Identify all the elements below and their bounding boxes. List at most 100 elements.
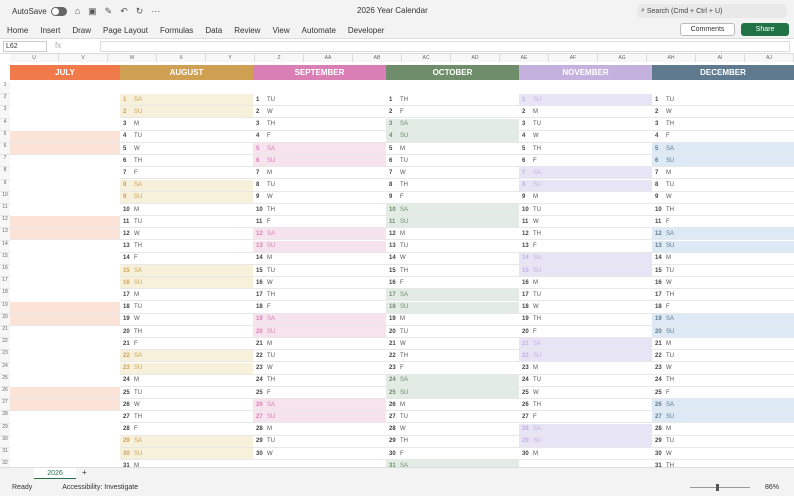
row-header[interactable]: 11: [0, 204, 10, 217]
day-cell[interactable]: 5M: [386, 143, 519, 155]
row-header[interactable]: 13: [0, 228, 10, 241]
undo-icon[interactable]: ↶: [120, 6, 128, 17]
column-header[interactable]: AB: [353, 54, 402, 62]
day-cell[interactable]: 18 SU: [386, 301, 519, 314]
day-cell[interactable]: 14 M: [253, 253, 386, 265]
menu-data[interactable]: Data: [205, 26, 222, 35]
day-cell[interactable]: 19 TH: [519, 314, 652, 326]
row-header[interactable]: 3: [0, 106, 10, 119]
day-cell[interactable]: [10, 301, 120, 314]
day-cell[interactable]: 3M: [120, 119, 253, 131]
row-header[interactable]: 32: [0, 460, 10, 467]
day-cell[interactable]: 10 TU: [519, 204, 652, 216]
day-cell[interactable]: 23 F: [386, 363, 519, 375]
menu-draw[interactable]: Draw: [72, 26, 91, 35]
row-header[interactable]: 23: [0, 350, 10, 363]
day-cell[interactable]: 18 W: [519, 302, 652, 314]
row-header[interactable]: 14: [0, 240, 10, 253]
day-cell[interactable]: 4F: [253, 131, 386, 143]
row-header[interactable]: 7: [0, 155, 10, 168]
day-cell[interactable]: 13 SU: [253, 240, 386, 253]
day-cell[interactable]: 24 SA: [386, 374, 519, 387]
day-cell[interactable]: 28 W: [386, 424, 519, 436]
day-cell[interactable]: 2W: [253, 106, 386, 119]
day-cell[interactable]: 9F: [386, 192, 519, 204]
row-header[interactable]: 30: [0, 435, 10, 448]
day-cell[interactable]: 27 TU: [386, 411, 519, 424]
zoom-slider-knob[interactable]: [716, 484, 719, 491]
day-cell[interactable]: 4W: [519, 131, 652, 143]
row-header[interactable]: 18: [0, 289, 10, 302]
day-cell[interactable]: 6F: [519, 155, 652, 168]
day-cell[interactable]: 21 M: [652, 338, 794, 351]
row-header[interactable]: 2: [0, 94, 10, 107]
day-cell[interactable]: 25 W: [519, 387, 652, 399]
day-cell[interactable]: 8 SU: [519, 179, 652, 192]
day-cell[interactable]: 17 TH: [253, 289, 386, 302]
day-cell[interactable]: 24 TH: [253, 375, 386, 387]
day-cell[interactable]: 2F: [386, 106, 519, 119]
day-cell[interactable]: 14 W: [386, 253, 519, 265]
day-cell[interactable]: 4F: [652, 131, 794, 143]
column-header[interactable]: AJ: [745, 54, 794, 62]
day-cell[interactable]: 29 TH: [386, 436, 519, 448]
day-cell[interactable]: 29 SA: [120, 435, 253, 448]
day-cell[interactable]: 25 F: [652, 387, 794, 399]
day-cell[interactable]: [10, 216, 120, 229]
zoom-slider[interactable]: [690, 487, 750, 488]
spreadsheet-grid[interactable]: U V W X Y Z AA AB AC AD AE AF AG AH AI AJ 1 2 3 4 5 6 7 8 9 10 11 1…: [0, 54, 794, 467]
day-cell[interactable]: 17 TH: [652, 289, 794, 302]
day-cell[interactable]: 6 SU: [652, 155, 794, 168]
day-cell[interactable]: [10, 387, 120, 399]
day-cell[interactable]: 9 SU: [120, 191, 253, 204]
day-cell[interactable]: 19 SA: [253, 313, 386, 326]
day-cell[interactable]: 4 TU: [120, 131, 253, 143]
day-cell[interactable]: 20 TH: [120, 326, 253, 338]
day-cell[interactable]: 25 SU: [386, 387, 519, 399]
day-cell[interactable]: 8 TU: [253, 180, 386, 192]
day-cell[interactable]: 5 SA: [253, 143, 386, 155]
day-cell[interactable]: 20 SU: [652, 326, 794, 338]
day-cell[interactable]: 2M: [519, 106, 652, 119]
row-header[interactable]: 19: [0, 301, 10, 314]
day-cell[interactable]: 23 M: [519, 363, 652, 375]
day-cell[interactable]: 20 F: [519, 326, 652, 338]
day-cell[interactable]: 17 TU: [519, 289, 652, 302]
day-cell[interactable]: 7M: [253, 167, 386, 180]
day-cell[interactable]: 22 SU: [519, 350, 652, 363]
share-button[interactable]: Share: [741, 23, 789, 36]
day-cell[interactable]: 12 SA: [652, 228, 794, 241]
row-header[interactable]: 28: [0, 411, 10, 424]
day-cell[interactable]: 1 TU: [253, 94, 386, 107]
day-cell[interactable]: 26 W: [120, 399, 253, 412]
day-cell[interactable]: 8 TH: [386, 180, 519, 192]
day-cell[interactable]: 19 SA: [652, 313, 794, 326]
menu-developer[interactable]: Developer: [348, 26, 384, 35]
day-cell[interactable]: 26 SA: [652, 399, 794, 412]
day-cell[interactable]: 28 M: [253, 424, 386, 436]
row-header[interactable]: 16: [0, 265, 10, 278]
row-header[interactable]: 26: [0, 387, 10, 400]
day-cell[interactable]: 9W: [253, 192, 386, 204]
row-header[interactable]: 12: [0, 216, 10, 229]
row-header[interactable]: 8: [0, 167, 10, 180]
day-cell[interactable]: 1 TH: [386, 94, 519, 107]
day-cell[interactable]: 27 SU: [652, 411, 794, 424]
day-cell[interactable]: 6 SU: [253, 155, 386, 168]
day-cell[interactable]: 23 W: [253, 363, 386, 375]
day-cell[interactable]: 3 TH: [253, 119, 386, 131]
day-cell[interactable]: 11 F: [253, 216, 386, 229]
day-cell[interactable]: 28 F: [120, 424, 253, 436]
day-cell[interactable]: 16 W: [253, 277, 386, 290]
day-cell[interactable]: 22 TU: [253, 350, 386, 363]
row-header[interactable]: 22: [0, 338, 10, 351]
day-cell[interactable]: 9M: [519, 192, 652, 204]
day-cell[interactable]: 11 W: [519, 216, 652, 229]
day-cell[interactable]: 3 TH: [652, 119, 794, 131]
day-cell[interactable]: 26 M: [386, 399, 519, 412]
day-cell[interactable]: 10 SA: [386, 204, 519, 216]
column-header[interactable]: AE: [500, 54, 549, 62]
day-cell[interactable]: 1 SU: [519, 94, 652, 107]
day-cell[interactable]: 13 F: [519, 241, 652, 253]
day-cell[interactable]: 6 TH: [120, 155, 253, 168]
